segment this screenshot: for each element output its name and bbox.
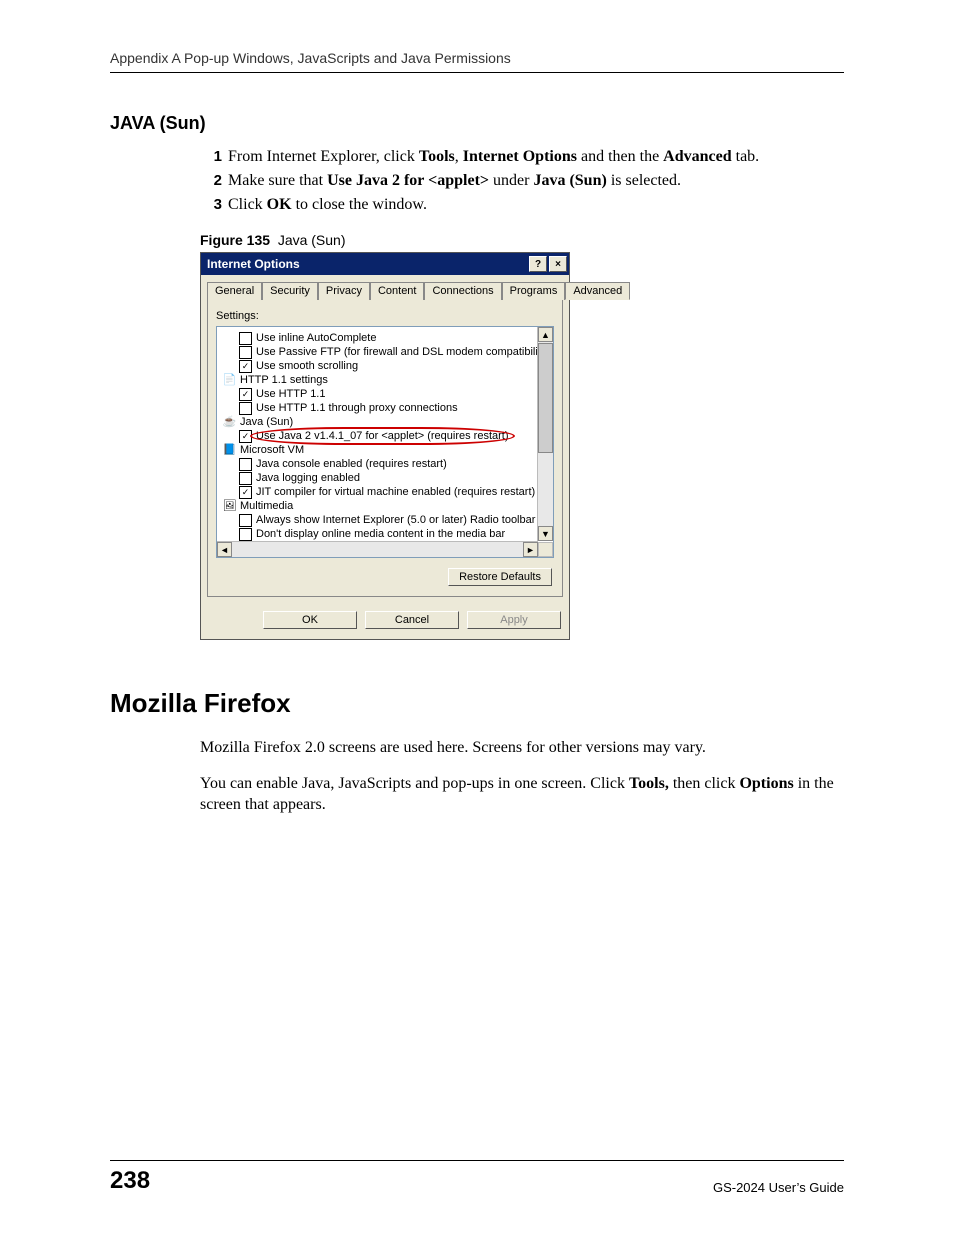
tab-general[interactable]: General	[207, 282, 262, 300]
settings-checkbox-item[interactable]: Don't display online media content in th…	[223, 527, 543, 541]
dialog-titlebar: Internet Options ? ×	[201, 253, 569, 275]
steps-list: 1From Internet Explorer, click Tools, In…	[200, 148, 844, 214]
section-heading-mozilla-firefox: Mozilla Firefox	[110, 688, 844, 719]
checkbox-icon[interactable]	[239, 332, 252, 345]
running-header: Appendix A Pop-up Windows, JavaScripts a…	[110, 50, 844, 73]
tab-programs[interactable]: Programs	[502, 282, 566, 300]
guide-name: GS-2024 User’s Guide	[713, 1180, 844, 1195]
ok-button[interactable]: OK	[263, 611, 357, 629]
settings-checkbox-item[interactable]: ✓ Use smooth scrolling	[223, 359, 543, 373]
mozilla-para-1: Mozilla Firefox 2.0 screens are used her…	[200, 737, 844, 759]
tab-advanced[interactable]: Advanced	[565, 282, 630, 300]
settings-item-label: Java logging enabled	[256, 471, 360, 485]
group-icon: 📘	[223, 443, 236, 456]
checkbox-icon[interactable]	[239, 402, 252, 415]
cancel-button[interactable]: Cancel	[365, 611, 459, 629]
checkbox-icon[interactable]: ✓	[239, 486, 252, 499]
group-icon: 🖼	[223, 499, 236, 512]
settings-item-label: Use smooth scrolling	[256, 359, 358, 373]
internet-options-dialog: Internet Options ? × General Security Pr…	[200, 252, 570, 640]
settings-tree: Use inline AutoCompleteUse Passive FTP (…	[216, 326, 554, 558]
checkbox-icon[interactable]	[239, 346, 252, 359]
step-number: 3	[200, 196, 222, 213]
checkbox-icon[interactable]: ✓	[239, 360, 252, 373]
checkbox-icon[interactable]	[239, 514, 252, 527]
settings-item-label: Use HTTP 1.1 through proxy connections	[256, 401, 458, 415]
settings-item-label: Always show Internet Explorer (5.0 or la…	[256, 513, 535, 527]
step-3: 3Click OK to close the window.	[200, 196, 844, 214]
scroll-corner	[538, 542, 553, 557]
close-button[interactable]: ×	[549, 256, 567, 272]
settings-item-label: Java console enabled (requires restart)	[256, 457, 447, 471]
vertical-scrollbar[interactable]: ▲ ▼	[537, 327, 553, 541]
restore-defaults-button[interactable]: Restore Defaults	[448, 568, 552, 586]
tab-connections[interactable]: Connections	[424, 282, 501, 300]
apply-button[interactable]: Apply	[467, 611, 561, 629]
checkbox-icon[interactable]: ✓	[239, 388, 252, 401]
checkbox-icon[interactable]	[239, 528, 252, 541]
figure-caption: Figure 135 Java (Sun)	[200, 232, 844, 248]
horizontal-scrollbar[interactable]: ◄ ►	[217, 541, 538, 557]
settings-item-label: Use inline AutoComplete	[256, 331, 376, 345]
scroll-up-icon[interactable]: ▲	[538, 327, 553, 342]
settings-item-label: Use Java 2 v1.4.1_07 for <applet> (requi…	[256, 429, 509, 443]
tab-security[interactable]: Security	[262, 282, 318, 300]
settings-checkbox-item[interactable]: Java logging enabled	[223, 471, 543, 485]
settings-group: 📄 HTTP 1.1 settings	[223, 373, 543, 387]
settings-item-label: JIT compiler for virtual machine enabled…	[256, 485, 535, 499]
checkbox-icon[interactable]	[239, 472, 252, 485]
checkbox-icon[interactable]	[239, 458, 252, 471]
settings-checkbox-item[interactable]: Java console enabled (requires restart)	[223, 457, 543, 471]
settings-item-label: Multimedia	[240, 499, 293, 513]
group-icon: 📄	[223, 373, 236, 386]
step-2: 2Make sure that Use Java 2 for <applet> …	[200, 172, 844, 190]
settings-label: Settings:	[216, 310, 554, 322]
settings-item-label: Microsoft VM	[240, 443, 304, 457]
scroll-down-icon[interactable]: ▼	[538, 526, 553, 541]
settings-checkbox-item[interactable]: Use HTTP 1.1 through proxy connections	[223, 401, 543, 415]
settings-group: 🖼 Multimedia	[223, 499, 543, 513]
settings-item-label: Don't display online media content in th…	[256, 527, 505, 541]
settings-checkbox-item[interactable]: ✓ JIT compiler for virtual machine enable…	[223, 485, 543, 499]
dialog-title: Internet Options	[207, 257, 527, 271]
settings-item-label: Java (Sun)	[240, 415, 293, 429]
scroll-right-icon[interactable]: ►	[523, 542, 538, 557]
settings-group: ☕ Java (Sun)	[223, 415, 543, 429]
settings-checkbox-item[interactable]: Always show Internet Explorer (5.0 or la…	[223, 513, 543, 527]
page-footer: 238 GS-2024 User’s Guide	[110, 1160, 844, 1195]
settings-checkbox-item[interactable]: Use Passive FTP (for firewall and DSL mo…	[223, 345, 543, 359]
advanced-tab-pane: Settings: Use inline AutoCompleteUse Pas…	[207, 299, 563, 597]
step-number: 1	[200, 148, 222, 165]
tab-privacy[interactable]: Privacy	[318, 282, 370, 300]
group-icon: ☕	[223, 415, 236, 428]
tab-content[interactable]: Content	[370, 282, 425, 300]
dialog-button-row: OK Cancel Apply	[201, 603, 569, 639]
step-1: 1From Internet Explorer, click Tools, In…	[200, 148, 844, 166]
settings-item-label: Use HTTP 1.1	[256, 387, 326, 401]
tab-strip: General Security Privacy Content Connect…	[201, 275, 569, 299]
settings-item-label: Use Passive FTP (for firewall and DSL mo…	[256, 345, 550, 359]
scroll-left-icon[interactable]: ◄	[217, 542, 232, 557]
checkbox-icon[interactable]: ✓	[239, 430, 252, 443]
section-title-java-sun: JAVA (Sun)	[110, 113, 844, 134]
settings-checkbox-item[interactable]: ✓ Use HTTP 1.1	[223, 387, 543, 401]
settings-item-label: HTTP 1.1 settings	[240, 373, 328, 387]
page-number: 238	[110, 1167, 150, 1195]
step-number: 2	[200, 172, 222, 189]
settings-checkbox-item[interactable]: ✓ Use Java 2 v1.4.1_07 for <applet> (requ…	[223, 429, 543, 443]
mozilla-para-2: You can enable Java, JavaScripts and pop…	[200, 773, 844, 816]
settings-group: 📘 Microsoft VM	[223, 443, 543, 457]
scroll-thumb[interactable]	[538, 343, 553, 453]
settings-checkbox-item[interactable]: Use inline AutoComplete	[223, 331, 543, 345]
help-button[interactable]: ?	[529, 256, 547, 272]
